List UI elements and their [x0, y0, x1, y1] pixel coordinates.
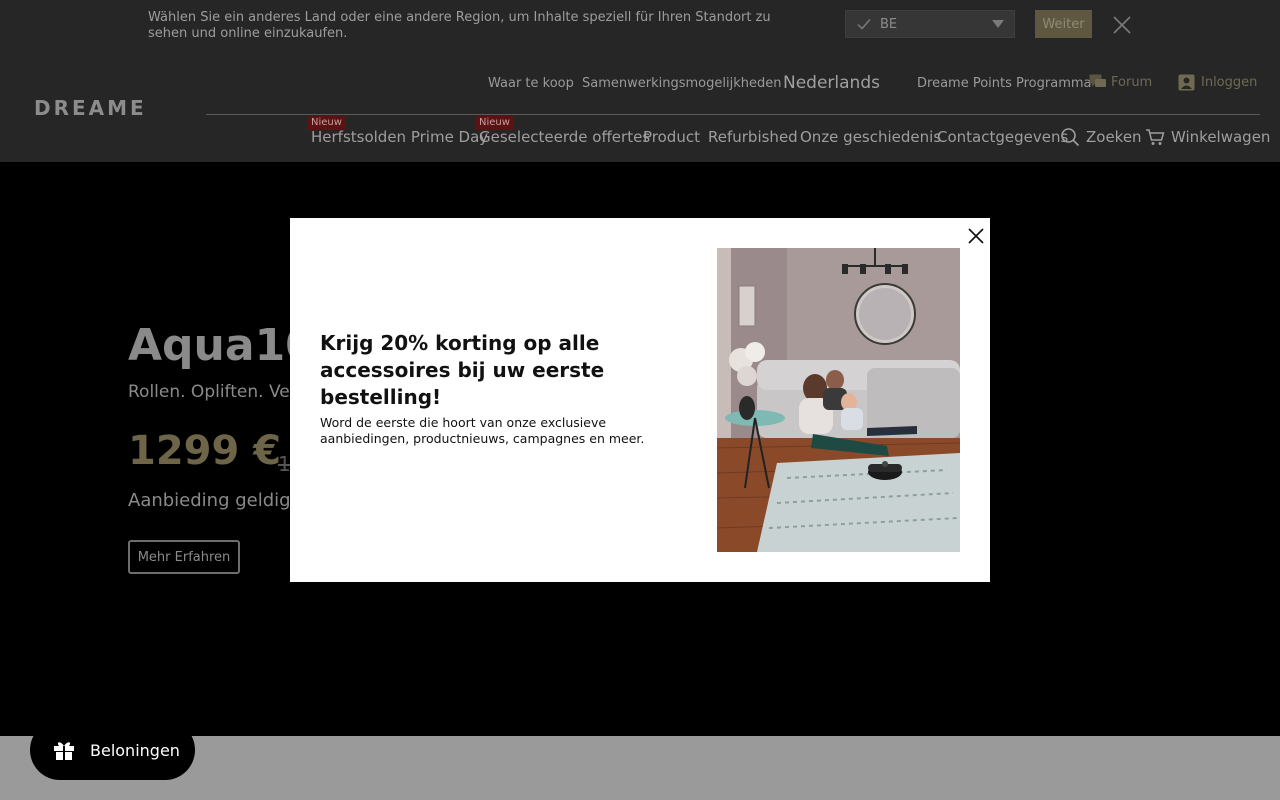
gift-icon	[54, 742, 74, 760]
search-label: Zoeken	[1086, 128, 1142, 146]
site-header: Wählen Sie ein anderes Land oder eine an…	[0, 0, 1280, 162]
promo-image	[717, 248, 960, 552]
language-selector[interactable]: Nederlands	[783, 73, 880, 93]
country-select-value: BE	[880, 16, 898, 32]
nav-item-contact[interactable]: Contactgegevens	[937, 128, 1068, 146]
cart-icon	[1146, 129, 1165, 145]
continue-button[interactable]: Weiter	[1035, 10, 1092, 38]
hero-old-price: 1	[278, 452, 291, 476]
modal-text: Word de eerste die hoort van onze exclus…	[320, 415, 645, 446]
check-icon	[857, 19, 871, 30]
cart-label: Winkelwagen	[1171, 128, 1271, 146]
hero-price: 1299 €	[128, 428, 282, 474]
nav-points-program[interactable]: Dreame Points Programma	[917, 76, 1092, 91]
nav-item-prime-day[interactable]: Herfstsolden Prime Day	[311, 128, 488, 146]
rewards-label: Beloningen	[90, 740, 180, 760]
learn-more-button[interactable]: Mehr Erfahren	[128, 540, 240, 574]
user-icon	[1178, 74, 1195, 91]
search-button[interactable]: Zoeken	[1060, 127, 1142, 147]
nav-login-label: Inloggen	[1201, 75, 1258, 90]
forum-icon	[1089, 74, 1106, 87]
cart-button[interactable]: Winkelwagen	[1145, 127, 1270, 147]
promo-modal: Krijg 20% korting op alle accessoires bi…	[290, 218, 990, 582]
nav-where-to-buy[interactable]: Waar te koop	[488, 76, 574, 91]
brand-logo[interactable]: DREAME	[34, 96, 147, 120]
nav-item-refurbished[interactable]: Refurbished	[708, 128, 798, 146]
living-room-illustration	[717, 248, 960, 552]
nav-item-selected-offers[interactable]: Geselecteerde offertes	[479, 128, 650, 146]
search-icon	[1061, 128, 1080, 147]
region-bar: Wählen Sie ein anderes Land oder eine an…	[0, 0, 1280, 50]
nav-forum-label: Forum	[1111, 74, 1153, 90]
rewards-button[interactable]: Beloningen	[30, 720, 195, 780]
top-navigation: Waar te koop Samenwerkingsmogelijkheden …	[0, 72, 1280, 96]
modal-heading: Krijg 20% korting op alle accessoires bi…	[320, 331, 605, 409]
nav-forum[interactable]: Forum	[1089, 74, 1152, 90]
close-icon[interactable]	[1112, 15, 1132, 35]
caret-down-icon	[992, 20, 1004, 28]
nav-partnerships[interactable]: Samenwerkingsmogelijkheden	[582, 76, 781, 91]
nav-login[interactable]: Inloggen	[1178, 74, 1257, 91]
country-select[interactable]: BE	[845, 10, 1015, 38]
region-message: Wählen Sie ein anderes Land oder eine an…	[148, 10, 771, 41]
nav-item-history[interactable]: Onze geschiedenis	[800, 128, 941, 146]
hero-subtitle: Rollen. Opliften. Ver	[128, 382, 297, 402]
main-navigation: Nieuw Herfstsolden Prime Day Nieuw Gesel…	[0, 116, 1280, 152]
nav-item-product[interactable]: Product	[643, 128, 700, 146]
close-icon[interactable]	[966, 226, 986, 246]
nav-divider	[206, 114, 1260, 115]
